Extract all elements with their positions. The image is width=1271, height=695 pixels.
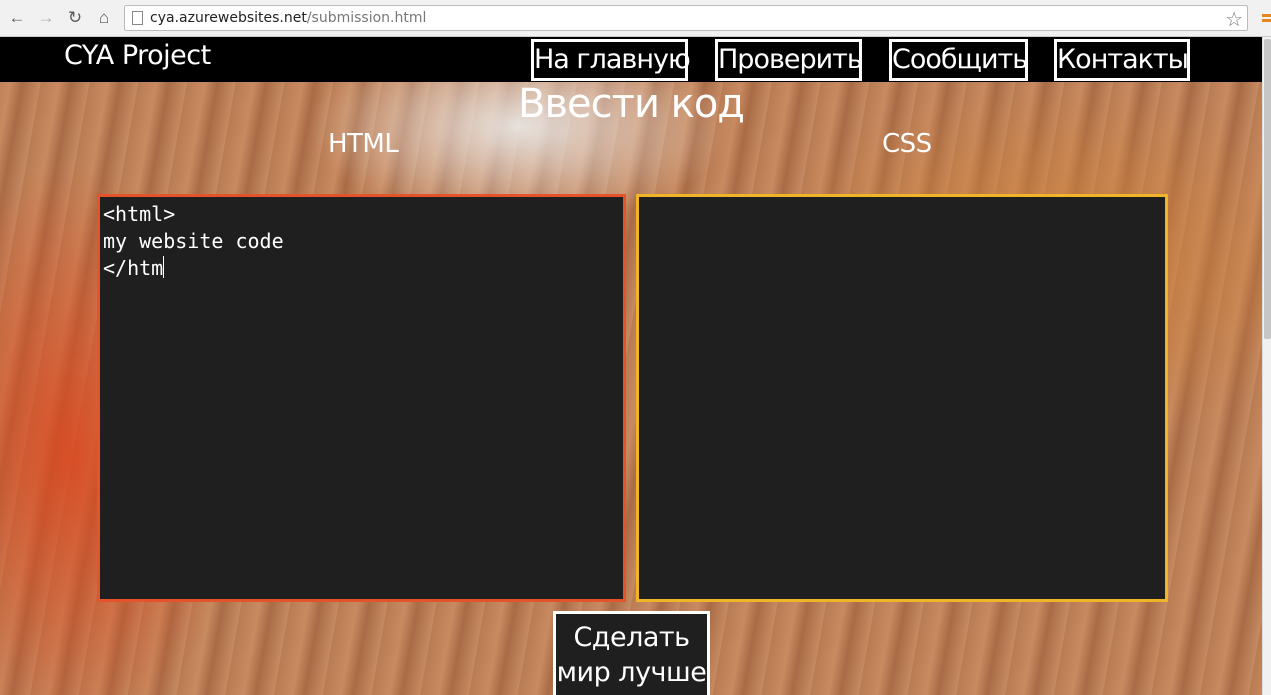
url-domain: cya.azurewebsites.net: [150, 10, 307, 26]
submit-label-line2: мир лучше: [556, 657, 707, 688]
text-caret: [163, 256, 165, 278]
site-logo[interactable]: CYA Project: [64, 40, 211, 71]
nav-contacts-link[interactable]: Контакты: [1054, 39, 1190, 81]
address-bar[interactable]: cya.azurewebsites.net/submission.html ☆: [124, 5, 1248, 31]
submit-button[interactable]: Сделать мир лучше: [553, 611, 710, 695]
browser-menu-icon[interactable]: [1262, 14, 1271, 17]
back-icon[interactable]: ←: [7, 8, 27, 28]
scrollbar-thumb[interactable]: [1264, 39, 1271, 339]
html-label: HTML: [328, 129, 399, 159]
browser-toolbar: ← → ↻ ⌂ cya.azurewebsites.net/submission…: [0, 0, 1271, 37]
url-text: cya.azurewebsites.net/submission.html: [150, 10, 426, 26]
html-code-text: <html> my website code </htm: [103, 202, 284, 280]
nav-home-link[interactable]: На главную: [531, 39, 691, 81]
reload-icon[interactable]: ↻: [65, 8, 85, 28]
home-icon[interactable]: ⌂: [94, 8, 114, 28]
forward-icon[interactable]: →: [36, 8, 56, 28]
nav-check-link[interactable]: Проверить: [715, 39, 863, 81]
site-header: CYA Project На главную Проверить Сообщит…: [0, 37, 1262, 82]
html-code-input[interactable]: <html> my website code </htm: [97, 194, 626, 602]
page-title: Ввести код: [518, 81, 745, 127]
css-label: CSS: [882, 129, 932, 159]
css-code-input[interactable]: [636, 194, 1168, 602]
page-icon: [132, 11, 143, 25]
page-content: CYA Project На главную Проверить Сообщит…: [0, 37, 1262, 695]
bookmark-star-icon[interactable]: ☆: [1225, 7, 1243, 32]
page-scrollbar[interactable]: [1262, 37, 1271, 695]
nav-report-link[interactable]: Сообщить: [889, 39, 1028, 81]
url-path: /submission.html: [306, 10, 427, 26]
submit-label-line1: Сделать: [573, 622, 690, 653]
